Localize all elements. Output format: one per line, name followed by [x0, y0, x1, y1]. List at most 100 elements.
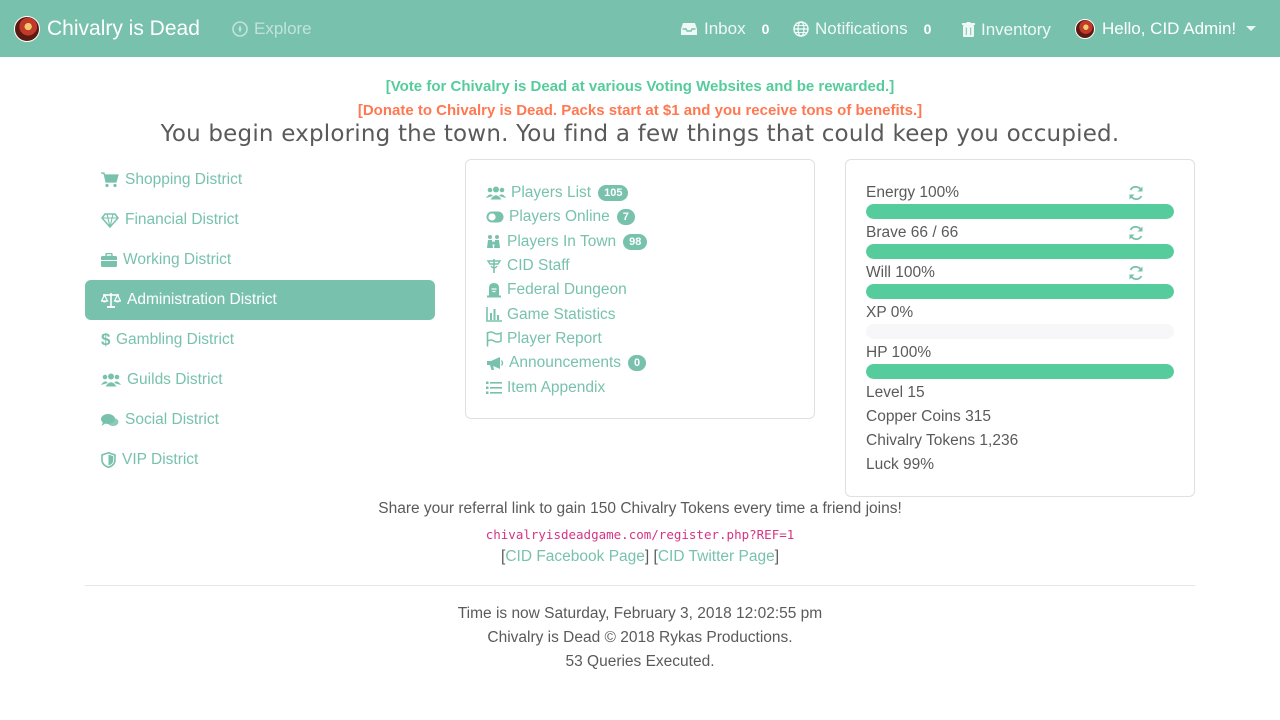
- nav-inbox[interactable]: Inbox 0: [680, 0, 769, 57]
- link-label: Players List: [511, 184, 592, 202]
- count-badge: 98: [623, 233, 648, 250]
- nav-explore[interactable]: Explore: [232, 0, 312, 57]
- district-working[interactable]: Working District: [85, 240, 435, 280]
- inventory-label: Inventory: [981, 19, 1051, 39]
- vote-banner-link[interactable]: [Vote for Chivalry is Dead at various Vo…: [0, 78, 1280, 95]
- player-stats-card: Energy 100% Brave 66 / 66 Will 100% XP 0…: [845, 159, 1195, 497]
- link-label: CID Staff: [507, 257, 570, 275]
- gem-icon: [101, 212, 119, 228]
- district-label: VIP District: [122, 451, 199, 468]
- district-label: Shopping District: [125, 171, 243, 188]
- will-label: Will 100%: [866, 264, 935, 281]
- dollar-icon: $: [101, 330, 111, 349]
- district-financial[interactable]: Financial District: [85, 200, 435, 240]
- facebook-link[interactable]: CID Facebook Page: [505, 548, 645, 565]
- list-icon: [486, 381, 502, 394]
- link-cid-staff[interactable]: CID Staff: [486, 254, 814, 278]
- user-menu-dropdown[interactable]: Hello, CID Admin!: [1075, 0, 1257, 57]
- link-label: Announcements: [509, 354, 622, 372]
- district-label: Administration District: [127, 291, 277, 308]
- hp-label: HP 100%: [866, 344, 932, 361]
- district-label: Gambling District: [116, 331, 234, 348]
- balance-scale-icon: [101, 293, 121, 308]
- brave-bar-fill: [866, 244, 1174, 259]
- users-icon: [101, 373, 121, 387]
- brave-row: Brave 66 / 66: [866, 221, 1174, 245]
- caret-down-icon: [1246, 26, 1257, 31]
- link-item-appendix[interactable]: Item Appendix: [486, 375, 814, 399]
- district-nav: Shopping District Financial District Wor…: [85, 160, 435, 480]
- staff-icon: [486, 259, 502, 274]
- xp-label: XP 0%: [866, 304, 914, 321]
- refresh-icon[interactable]: [1128, 225, 1144, 241]
- xp-row: XP 0%: [866, 301, 1174, 325]
- link-players-list[interactable]: Players List 105: [486, 181, 814, 205]
- bracket-close: ] [: [644, 548, 658, 565]
- inbox-label: Inbox: [704, 18, 746, 38]
- link-federal-dungeon[interactable]: Federal Dungeon: [486, 278, 814, 302]
- nav-notifications[interactable]: Notifications 0: [793, 0, 931, 57]
- compass-icon: [232, 20, 248, 37]
- inbox-icon: [681, 22, 697, 35]
- users-icon: [486, 186, 506, 200]
- brave-label: Brave 66 / 66: [866, 224, 959, 241]
- briefcase-icon: [101, 253, 117, 267]
- toggle-on-icon: [486, 211, 504, 223]
- social-links: [CID Facebook Page] [CID Twitter Page]: [0, 548, 1280, 566]
- hp-bar: [866, 364, 1174, 379]
- brand-link[interactable]: Chivalry is Dead: [14, 0, 200, 57]
- district-vip[interactable]: VIP District: [85, 440, 435, 480]
- footer-divider: [85, 585, 1195, 586]
- query-count: 53 Queries Executed.: [565, 653, 715, 670]
- link-label: Item Appendix: [507, 378, 606, 396]
- energy-bar-fill: [866, 204, 1174, 219]
- link-announcements[interactable]: Announcements 0: [486, 351, 814, 375]
- level-text: Level 15: [866, 384, 925, 401]
- link-label: Players Online: [509, 208, 610, 226]
- link-label: Game Statistics: [507, 305, 616, 323]
- link-game-statistics[interactable]: Game Statistics: [486, 302, 814, 326]
- luck-text: Luck 99%: [866, 456, 935, 473]
- user-greeting: Hello, CID Admin!: [1102, 18, 1237, 38]
- brave-bar: [866, 244, 1174, 259]
- copper-coins-text: Copper Coins 315: [866, 408, 991, 425]
- district-guilds[interactable]: Guilds District: [85, 360, 435, 400]
- district-shopping[interactable]: Shopping District: [85, 160, 435, 200]
- referral-link[interactable]: chivalryisdeadgame.com/register.php?REF=…: [0, 527, 1280, 542]
- referral-text: Share your referral link to gain 150 Chi…: [378, 500, 902, 517]
- link-players-online[interactable]: Players Online 7: [486, 205, 814, 229]
- refresh-icon[interactable]: [1128, 185, 1144, 201]
- twitter-link[interactable]: CID Twitter Page: [658, 548, 775, 565]
- shield-icon: [101, 452, 116, 468]
- inbox-count: 0: [761, 20, 770, 37]
- nav-inventory[interactable]: Inventory: [962, 0, 1051, 57]
- donate-banner-link[interactable]: [Donate to Chivalry is Dead. Packs start…: [0, 102, 1280, 119]
- people-icon: [487, 234, 500, 248]
- district-label: Working District: [123, 251, 232, 268]
- brand-logo-icon: [14, 15, 40, 42]
- explore-label: Explore: [254, 18, 312, 38]
- district-social[interactable]: Social District: [85, 400, 435, 440]
- globe-icon: [793, 20, 809, 37]
- bar-chart-icon: [486, 307, 502, 322]
- chivalry-tokens-text: Chivalry Tokens 1,236: [866, 432, 1019, 449]
- link-player-report[interactable]: Player Report: [486, 327, 814, 351]
- energy-label: Energy 100%: [866, 184, 960, 201]
- count-badge: 7: [616, 209, 635, 226]
- refresh-icon[interactable]: [1128, 265, 1144, 281]
- link-players-in-town[interactable]: Players In Town 98: [486, 230, 814, 254]
- count-badge: 0: [628, 355, 647, 372]
- will-bar: [866, 284, 1174, 299]
- copyright: Chivalry is Dead © 2018 Rykas Production…: [487, 629, 793, 646]
- district-gambling[interactable]: $ Gambling District: [85, 320, 435, 360]
- district-administration[interactable]: Administration District: [85, 280, 435, 320]
- notifications-label: Notifications: [815, 18, 908, 38]
- energy-row: Energy 100%: [866, 181, 1174, 205]
- tombstone-icon: [487, 283, 501, 298]
- trash-icon: [962, 21, 975, 37]
- link-label: Player Report: [507, 329, 602, 347]
- page-headline: You begin exploring the town. You find a…: [160, 121, 1120, 147]
- link-label: Federal Dungeon: [507, 281, 627, 299]
- hp-bar-fill: [866, 364, 1174, 379]
- district-label: Financial District: [125, 211, 239, 228]
